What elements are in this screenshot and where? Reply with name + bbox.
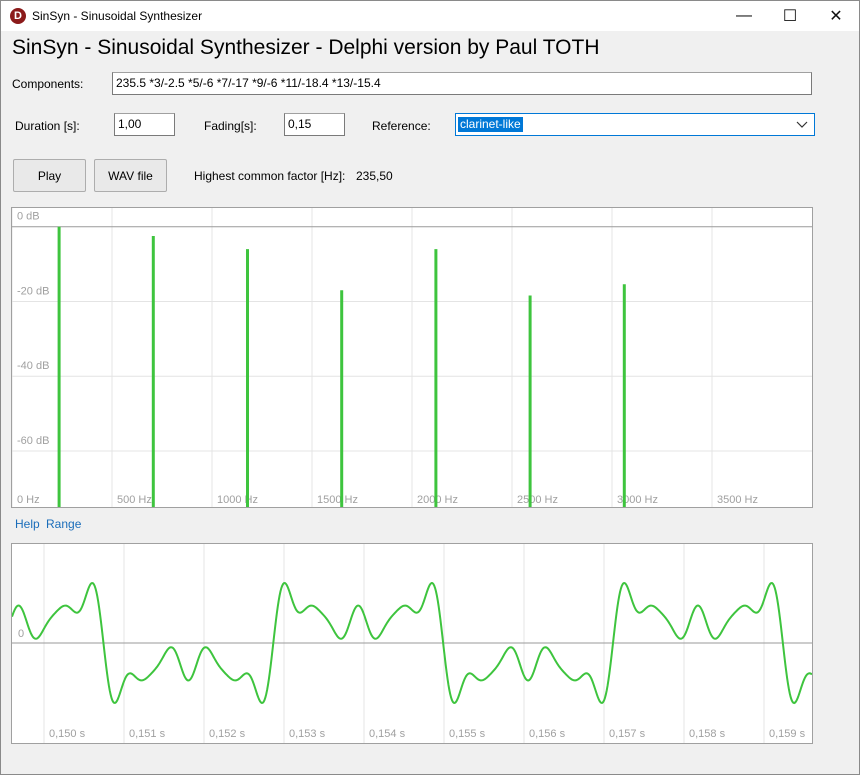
delphi-app-icon: D (10, 8, 26, 24)
close-button[interactable]: ✕ (813, 1, 859, 31)
spectrum-plot: 0 dB -20 dB -40 dB -60 dB 0 Hz 500 Hz 1000 Hz 1… (11, 208, 812, 507)
components-input[interactable]: 235.5 *3/-2.5 *5/-6 *7/-17 *9/-6 *11/-18… (112, 72, 812, 95)
page-title: SinSyn - Sinusoidal Synthesizer - Delphi… (12, 36, 600, 59)
fading-input[interactable]: 0,15 (284, 113, 345, 136)
spectrum-x-tick-label: 0 Hz (17, 494, 40, 506)
reference-select[interactable]: clarinet-like (455, 113, 815, 136)
minimize-button[interactable]: — (721, 1, 767, 31)
chevron-down-icon (796, 121, 808, 128)
spectrum-x-tick-label: 2000 Hz (417, 494, 458, 506)
waveform-x-tick-label: 0,150 s (49, 728, 86, 740)
spectrum-x-tick-label: 1000 Hz (217, 494, 258, 506)
hcf-label: Highest common factor [Hz]: (194, 169, 346, 183)
spectrum-y-tick-label: 0 dB (17, 211, 40, 223)
waveform-x-tick-label: 0,159 s (769, 728, 806, 740)
components-label: Components: (12, 77, 84, 91)
reference-selected-value: clarinet-like (458, 117, 523, 132)
spectrum-x-tick-label: 3500 Hz (717, 494, 758, 506)
main-window: D SinSyn - Sinusoidal Synthesizer — ☐ ✕ … (0, 0, 860, 775)
waveform-x-tick-label: 0,155 s (449, 728, 486, 740)
spectrum-y-tick-label: -40 dB (17, 360, 49, 372)
help-link[interactable]: Help (15, 517, 40, 531)
waveform-chart[interactable]: 0,150 s 0,151 s 0,152 s 0,153 s 0,154 s 0,155… (11, 543, 813, 744)
waveform-x-tick-label: 0,158 s (689, 728, 726, 740)
maximize-button[interactable]: ☐ (767, 1, 813, 31)
waveform-x-tick-label: 0,154 s (369, 728, 406, 740)
waveform-x-tick-label: 0,152 s (209, 728, 246, 740)
waveform-plot: 0,150 s 0,151 s 0,152 s 0,153 s 0,154 s 0,155… (11, 544, 813, 743)
waveform-zero-label: 0 (18, 628, 24, 640)
spectrum-x-tick-label: 2500 Hz (517, 494, 558, 506)
duration-input[interactable]: 1,00 (114, 113, 175, 136)
spectrum-x-tick-label: 500 Hz (117, 494, 152, 506)
window-title: SinSyn - Sinusoidal Synthesizer (32, 9, 203, 23)
waveform-x-tick-label: 0,157 s (609, 728, 646, 740)
title-bar[interactable]: D SinSyn - Sinusoidal Synthesizer — ☐ ✕ (1, 1, 859, 31)
waveform-x-tick-label: 0,153 s (289, 728, 326, 740)
spectrum-y-tick-label: -20 dB (17, 285, 49, 297)
waveform-x-tick-label: 0,156 s (529, 728, 566, 740)
hcf-value: 235,50 (356, 169, 393, 183)
spectrum-x-tick-label: 1500 Hz (317, 494, 358, 506)
range-link[interactable]: Range (46, 517, 81, 531)
reference-label: Reference: (372, 119, 431, 133)
fading-label: Fading[s]: (204, 119, 257, 133)
waveform-x-tick-label: 0,151 s (129, 728, 166, 740)
play-button[interactable]: Play (13, 159, 86, 192)
duration-label: Duration [s]: (15, 119, 80, 133)
spectrum-chart[interactable]: 0 dB -20 dB -40 dB -60 dB 0 Hz 500 Hz 1000 Hz 1… (11, 207, 813, 508)
spectrum-y-tick-label: -60 dB (17, 435, 49, 447)
wav-file-button[interactable]: WAV file (94, 159, 167, 192)
